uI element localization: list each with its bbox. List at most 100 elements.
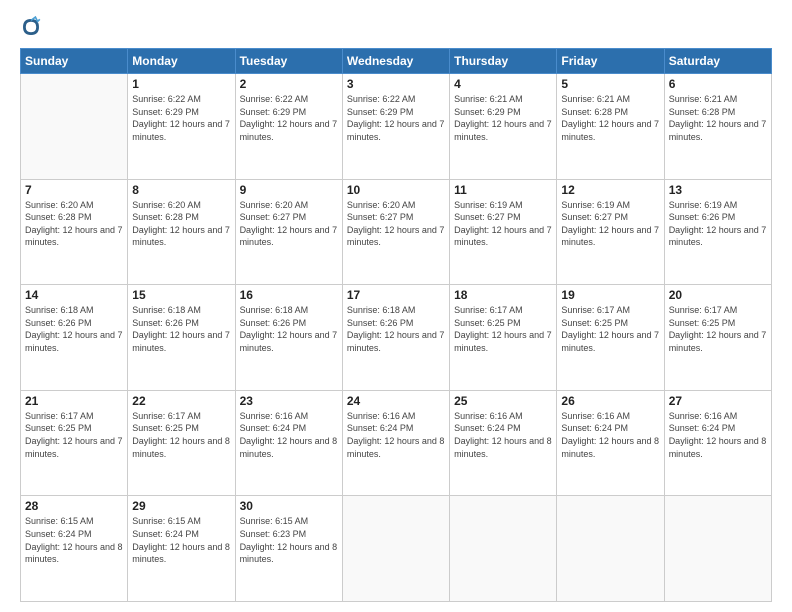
day-number: 16 — [240, 288, 338, 302]
day-number: 27 — [669, 394, 767, 408]
day-number: 8 — [132, 183, 230, 197]
page: SundayMondayTuesdayWednesdayThursdayFrid… — [0, 0, 792, 612]
day-number: 12 — [561, 183, 659, 197]
day-info: Sunrise: 6:21 AMSunset: 6:29 PMDaylight:… — [454, 93, 552, 143]
calendar: SundayMondayTuesdayWednesdayThursdayFrid… — [20, 48, 772, 602]
day-info: Sunrise: 6:20 AMSunset: 6:27 PMDaylight:… — [240, 199, 338, 249]
day-number: 15 — [132, 288, 230, 302]
day-number: 20 — [669, 288, 767, 302]
day-number: 9 — [240, 183, 338, 197]
calendar-cell: 12 Sunrise: 6:19 AMSunset: 6:27 PMDayligh… — [557, 179, 664, 285]
day-info: Sunrise: 6:18 AMSunset: 6:26 PMDaylight:… — [25, 304, 123, 354]
calendar-cell: 4 Sunrise: 6:21 AMSunset: 6:29 PMDaylight… — [450, 74, 557, 180]
calendar-cell: 7 Sunrise: 6:20 AMSunset: 6:28 PMDaylight… — [21, 179, 128, 285]
day-number: 23 — [240, 394, 338, 408]
calendar-cell: 25Sunrise: 6:16 AMSunset: 6:24 PMDayligh… — [450, 390, 557, 496]
calendar-cell: 10 Sunrise: 6:20 AMSunset: 6:27 PMDayligh… — [342, 179, 449, 285]
calendar-cell — [342, 496, 449, 602]
calendar-cell: 8 Sunrise: 6:20 AMSunset: 6:28 PMDaylight… — [128, 179, 235, 285]
calendar-cell: 30 Sunrise: 6:15 AMSunset: 6:23 PMDayligh… — [235, 496, 342, 602]
calendar-header-monday: Monday — [128, 49, 235, 74]
day-number: 1 — [132, 77, 230, 91]
day-info: Sunrise: 6:17 AMSunset: 6:25 PMDaylight:… — [669, 304, 767, 354]
calendar-cell: 19 Sunrise: 6:17 AMSunset: 6:25 PMDayligh… — [557, 285, 664, 391]
day-info: Sunrise: 6:16 AMSunset: 6:24 PMDaylight:… — [561, 410, 659, 460]
calendar-cell: 22Sunrise: 6:17 AMSunset: 6:25 PMDayligh… — [128, 390, 235, 496]
calendar-cell: 26Sunrise: 6:16 AMSunset: 6:24 PMDayligh… — [557, 390, 664, 496]
day-number: 10 — [347, 183, 445, 197]
day-number: 24 — [347, 394, 445, 408]
day-info: Sunrise: 6:19 AMSunset: 6:26 PMDaylight:… — [669, 199, 767, 249]
day-number: 5 — [561, 77, 659, 91]
day-number: 13 — [669, 183, 767, 197]
day-info: Sunrise: 6:15 AMSunset: 6:24 PMDaylight:… — [132, 515, 230, 565]
day-info: Sunrise: 6:17 AMSunset: 6:25 PMDaylight:… — [25, 410, 123, 460]
day-info: Sunrise: 6:18 AMSunset: 6:26 PMDaylight:… — [240, 304, 338, 354]
calendar-cell: 13 Sunrise: 6:19 AMSunset: 6:26 PMDayligh… — [664, 179, 771, 285]
day-number: 19 — [561, 288, 659, 302]
week-row-2: 7 Sunrise: 6:20 AMSunset: 6:28 PMDaylight… — [21, 179, 772, 285]
calendar-cell: 17 Sunrise: 6:18 AMSunset: 6:26 PMDayligh… — [342, 285, 449, 391]
week-row-5: 28Sunrise: 6:15 AMSunset: 6:24 PMDayligh… — [21, 496, 772, 602]
calendar-cell: 29 Sunrise: 6:15 AMSunset: 6:24 PMDayligh… — [128, 496, 235, 602]
day-info: Sunrise: 6:21 AMSunset: 6:28 PMDaylight:… — [669, 93, 767, 143]
calendar-cell — [557, 496, 664, 602]
day-info: Sunrise: 6:19 AMSunset: 6:27 PMDaylight:… — [454, 199, 552, 249]
day-info: Sunrise: 6:16 AMSunset: 6:24 PMDaylight:… — [240, 410, 338, 460]
day-info: Sunrise: 6:20 AMSunset: 6:28 PMDaylight:… — [25, 199, 123, 249]
calendar-cell: 28Sunrise: 6:15 AMSunset: 6:24 PMDayligh… — [21, 496, 128, 602]
week-row-1: 1 Sunrise: 6:22 AMSunset: 6:29 PMDaylight… — [21, 74, 772, 180]
day-info: Sunrise: 6:19 AMSunset: 6:27 PMDaylight:… — [561, 199, 659, 249]
day-info: Sunrise: 6:22 AMSunset: 6:29 PMDaylight:… — [240, 93, 338, 143]
calendar-cell: 24 Sunrise: 6:16 AMSunset: 6:24 PMDayligh… — [342, 390, 449, 496]
day-info: Sunrise: 6:20 AMSunset: 6:27 PMDaylight:… — [347, 199, 445, 249]
calendar-header-row: SundayMondayTuesdayWednesdayThursdayFrid… — [21, 49, 772, 74]
calendar-cell: 20 Sunrise: 6:17 AMSunset: 6:25 PMDayligh… — [664, 285, 771, 391]
calendar-header-saturday: Saturday — [664, 49, 771, 74]
calendar-header-sunday: Sunday — [21, 49, 128, 74]
day-info: Sunrise: 6:15 AMSunset: 6:23 PMDaylight:… — [240, 515, 338, 565]
logo-icon — [20, 16, 42, 38]
day-number: 11 — [454, 183, 552, 197]
day-info: Sunrise: 6:17 AMSunset: 6:25 PMDaylight:… — [454, 304, 552, 354]
day-info: Sunrise: 6:17 AMSunset: 6:25 PMDaylight:… — [561, 304, 659, 354]
day-info: Sunrise: 6:22 AMSunset: 6:29 PMDaylight:… — [132, 93, 230, 143]
day-number: 22 — [132, 394, 230, 408]
day-number: 4 — [454, 77, 552, 91]
calendar-cell: 3 Sunrise: 6:22 AMSunset: 6:29 PMDaylight… — [342, 74, 449, 180]
calendar-header-friday: Friday — [557, 49, 664, 74]
calendar-cell: 21Sunrise: 6:17 AMSunset: 6:25 PMDayligh… — [21, 390, 128, 496]
header — [20, 16, 772, 38]
calendar-cell: 23 Sunrise: 6:16 AMSunset: 6:24 PMDayligh… — [235, 390, 342, 496]
calendar-cell: 14 Sunrise: 6:18 AMSunset: 6:26 PMDayligh… — [21, 285, 128, 391]
calendar-cell: 18 Sunrise: 6:17 AMSunset: 6:25 PMDayligh… — [450, 285, 557, 391]
calendar-cell — [450, 496, 557, 602]
day-info: Sunrise: 6:15 AMSunset: 6:24 PMDaylight:… — [25, 515, 123, 565]
day-number: 29 — [132, 499, 230, 513]
day-number: 30 — [240, 499, 338, 513]
calendar-cell: 5 Sunrise: 6:21 AMSunset: 6:28 PMDaylight… — [557, 74, 664, 180]
calendar-cell: 1 Sunrise: 6:22 AMSunset: 6:29 PMDaylight… — [128, 74, 235, 180]
day-number: 18 — [454, 288, 552, 302]
calendar-header-wednesday: Wednesday — [342, 49, 449, 74]
calendar-header-tuesday: Tuesday — [235, 49, 342, 74]
day-info: Sunrise: 6:16 AMSunset: 6:24 PMDaylight:… — [347, 410, 445, 460]
day-number: 14 — [25, 288, 123, 302]
calendar-cell: 16 Sunrise: 6:18 AMSunset: 6:26 PMDayligh… — [235, 285, 342, 391]
day-info: Sunrise: 6:20 AMSunset: 6:28 PMDaylight:… — [132, 199, 230, 249]
day-info: Sunrise: 6:21 AMSunset: 6:28 PMDaylight:… — [561, 93, 659, 143]
day-number: 3 — [347, 77, 445, 91]
day-number: 17 — [347, 288, 445, 302]
calendar-cell — [21, 74, 128, 180]
calendar-cell: 2 Sunrise: 6:22 AMSunset: 6:29 PMDaylight… — [235, 74, 342, 180]
calendar-cell — [664, 496, 771, 602]
day-number: 7 — [25, 183, 123, 197]
calendar-cell: 11 Sunrise: 6:19 AMSunset: 6:27 PMDayligh… — [450, 179, 557, 285]
day-number: 2 — [240, 77, 338, 91]
calendar-cell: 9 Sunrise: 6:20 AMSunset: 6:27 PMDaylight… — [235, 179, 342, 285]
day-number: 6 — [669, 77, 767, 91]
day-info: Sunrise: 6:18 AMSunset: 6:26 PMDaylight:… — [347, 304, 445, 354]
day-number: 25 — [454, 394, 552, 408]
calendar-cell: 27Sunrise: 6:16 AMSunset: 6:24 PMDayligh… — [664, 390, 771, 496]
day-info: Sunrise: 6:22 AMSunset: 6:29 PMDaylight:… — [347, 93, 445, 143]
